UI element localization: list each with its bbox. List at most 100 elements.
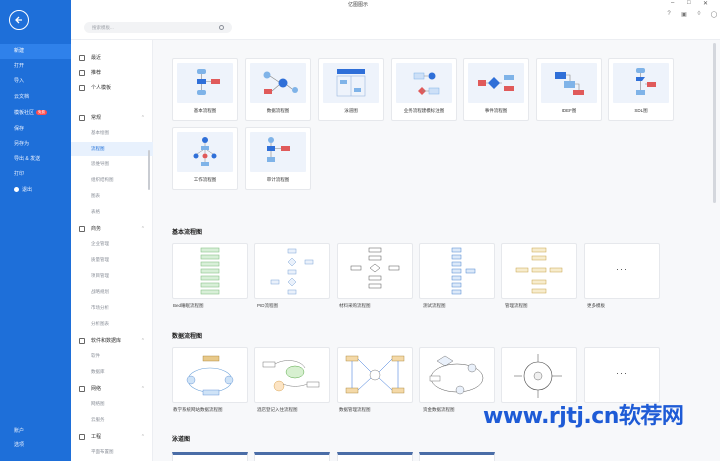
nav-account[interactable]: 账户 (0, 424, 71, 439)
nav-template-community[interactable]: 模板社区 免费 (0, 106, 71, 121)
template-data-flowchart[interactable]: 数据流程图 (245, 58, 311, 121)
cat-strategy[interactable]: 战略规划 (71, 285, 153, 299)
category-panel: 最近 推荐 个人模板 常规 ⌃ 基本绘图 流程图 思维导图 组织结构图 图表 表格… (71, 40, 153, 461)
section-title-basic-flowchart: 基本流程图 (172, 230, 203, 236)
cat-basic-drawing[interactable]: 基本绘图 (71, 126, 153, 140)
example-thumbnail (262, 360, 320, 392)
cat-personal-templates[interactable]: 个人模板 (71, 81, 153, 95)
example-card[interactable] (419, 452, 495, 461)
cat-floor-plan[interactable]: 平面布置图 (71, 445, 153, 459)
cat-group-general[interactable]: 常规 ⌃ (71, 111, 153, 125)
nav-save[interactable]: 保存 (0, 122, 71, 137)
example-card[interactable] (501, 347, 577, 403)
example-thumbnail (186, 355, 234, 396)
nav-open[interactable]: 打开 (0, 59, 71, 74)
template-basic-flowchart[interactable]: 基本流程图 (172, 58, 238, 121)
bell-icon[interactable]: ◊ (695, 10, 703, 18)
search-input[interactable]: 搜索模板... (84, 22, 232, 33)
more-dots: ··· (616, 368, 628, 378)
cat-org-chart[interactable]: 组织结构图 (71, 173, 153, 187)
example-card[interactable] (172, 452, 248, 461)
bpmn-thumbnail (396, 63, 452, 103)
example-thumbnail (429, 355, 484, 395)
example-card[interactable] (172, 347, 248, 403)
nav-new[interactable]: 新建 (0, 44, 71, 59)
engineering-icon (79, 434, 85, 440)
basic-flowchart-thumbnail (177, 63, 233, 103)
cat-network-diagram[interactable]: 网络图 (71, 397, 153, 411)
example-card[interactable] (337, 243, 413, 299)
example-card[interactable] (419, 347, 495, 403)
help-icon[interactable]: ? (665, 10, 673, 18)
template-audit-flowchart[interactable]: 审计流程图 (245, 127, 311, 190)
template-event-flowchart[interactable]: 事件流程图 (463, 58, 529, 121)
example-card[interactable] (254, 347, 330, 403)
example-thumbnail (200, 247, 220, 295)
chevron-up-icon: ⌃ (140, 226, 145, 232)
back-button[interactable] (9, 10, 29, 30)
example-card[interactable] (337, 452, 413, 461)
cat-software[interactable]: 软件 (71, 349, 153, 363)
example-thumbnail (270, 248, 314, 295)
gallery-scrollbar[interactable] (713, 43, 716, 203)
chevron-up-icon: ⌃ (140, 386, 145, 392)
free-badge: 免费 (36, 110, 48, 116)
nav-import[interactable]: 导入 (0, 74, 71, 89)
nav-options[interactable]: 选项 (0, 438, 71, 453)
audit-flowchart-thumbnail (250, 132, 306, 172)
search-icon (219, 25, 224, 30)
chevron-up-icon: ⌃ (140, 115, 145, 121)
user-icon[interactable]: ◯ (710, 10, 718, 18)
cat-flowchart[interactable]: 流程图 (71, 142, 153, 156)
example-card[interactable] (337, 347, 413, 403)
example-thumbnail (451, 247, 476, 295)
cat-database[interactable]: 数据库 (71, 365, 153, 379)
example-thumbnail (515, 247, 563, 294)
cat-quality-mgmt[interactable]: 质量管理 (71, 253, 153, 267)
cat-group-business[interactable]: 商务 ⌃ (71, 222, 153, 236)
person-icon (79, 85, 85, 91)
cat-group-network[interactable]: 网络 ⌃ (71, 382, 153, 396)
more-templates-card[interactable]: ··· (584, 243, 660, 299)
event-flowchart-thumbnail (468, 63, 524, 103)
cat-group-engineering[interactable]: 工程 ⌃ (71, 430, 153, 444)
cat-cloud-service[interactable]: 云服务 (71, 413, 153, 427)
category-scrollbar[interactable] (148, 150, 150, 190)
template-swimlane[interactable]: 泳道图 (318, 58, 384, 121)
template-sdl[interactable]: SDL图 (608, 58, 674, 121)
cat-analysis-charts[interactable]: 分析图表 (71, 317, 153, 331)
more-templates-card[interactable]: ··· (584, 347, 660, 403)
close-button[interactable]: ✕ (703, 0, 708, 7)
minimize-button[interactable]: – (671, 0, 674, 6)
nav-save-as[interactable]: 另存为 (0, 137, 71, 152)
cat-market-analysis[interactable]: 市场分析 (71, 301, 153, 315)
more-dots: ··· (616, 264, 628, 274)
cat-tables[interactable]: 表格 (71, 205, 153, 219)
example-thumbnail (514, 354, 562, 398)
cat-recent[interactable]: 最近 (71, 51, 153, 65)
cat-recommended[interactable]: 推荐 (71, 66, 153, 80)
example-card[interactable] (419, 243, 495, 299)
nav-export-send[interactable]: 导出 & 发送 (0, 152, 71, 167)
gift-icon[interactable]: ▣ (680, 10, 688, 18)
nav-cloud-docs[interactable]: 云文档 (0, 90, 71, 105)
example-card[interactable] (501, 243, 577, 299)
example-thumbnail (345, 355, 405, 394)
window-title: 亿图图示 (348, 2, 369, 8)
cat-mindmap[interactable]: 思维导图 (71, 157, 153, 171)
cat-project-mgmt[interactable]: 项目管理 (71, 269, 153, 283)
nav-print[interactable]: 打印 (0, 167, 71, 182)
example-card[interactable] (172, 243, 248, 299)
template-idef[interactable]: IDEF图 (536, 58, 602, 121)
cat-charts[interactable]: 图表 (71, 189, 153, 203)
template-workflow[interactable]: 工作流程图 (172, 127, 238, 190)
cat-group-software-db[interactable]: 软件和数据库 ⌃ (71, 334, 153, 348)
example-card[interactable] (254, 243, 330, 299)
nav-exit[interactable]: 退出 (0, 183, 71, 198)
template-bpmn[interactable]: 业务流程建模标注图 (391, 58, 457, 121)
top-bar: 亿图图示 搜索模板... – □ ✕ ? ▣ ◊ ◯ (71, 0, 720, 40)
cat-enterprise-mgmt[interactable]: 企业管理 (71, 237, 153, 251)
database-icon (79, 338, 85, 344)
example-card[interactable] (254, 452, 330, 461)
maximize-button[interactable]: □ (687, 0, 691, 6)
